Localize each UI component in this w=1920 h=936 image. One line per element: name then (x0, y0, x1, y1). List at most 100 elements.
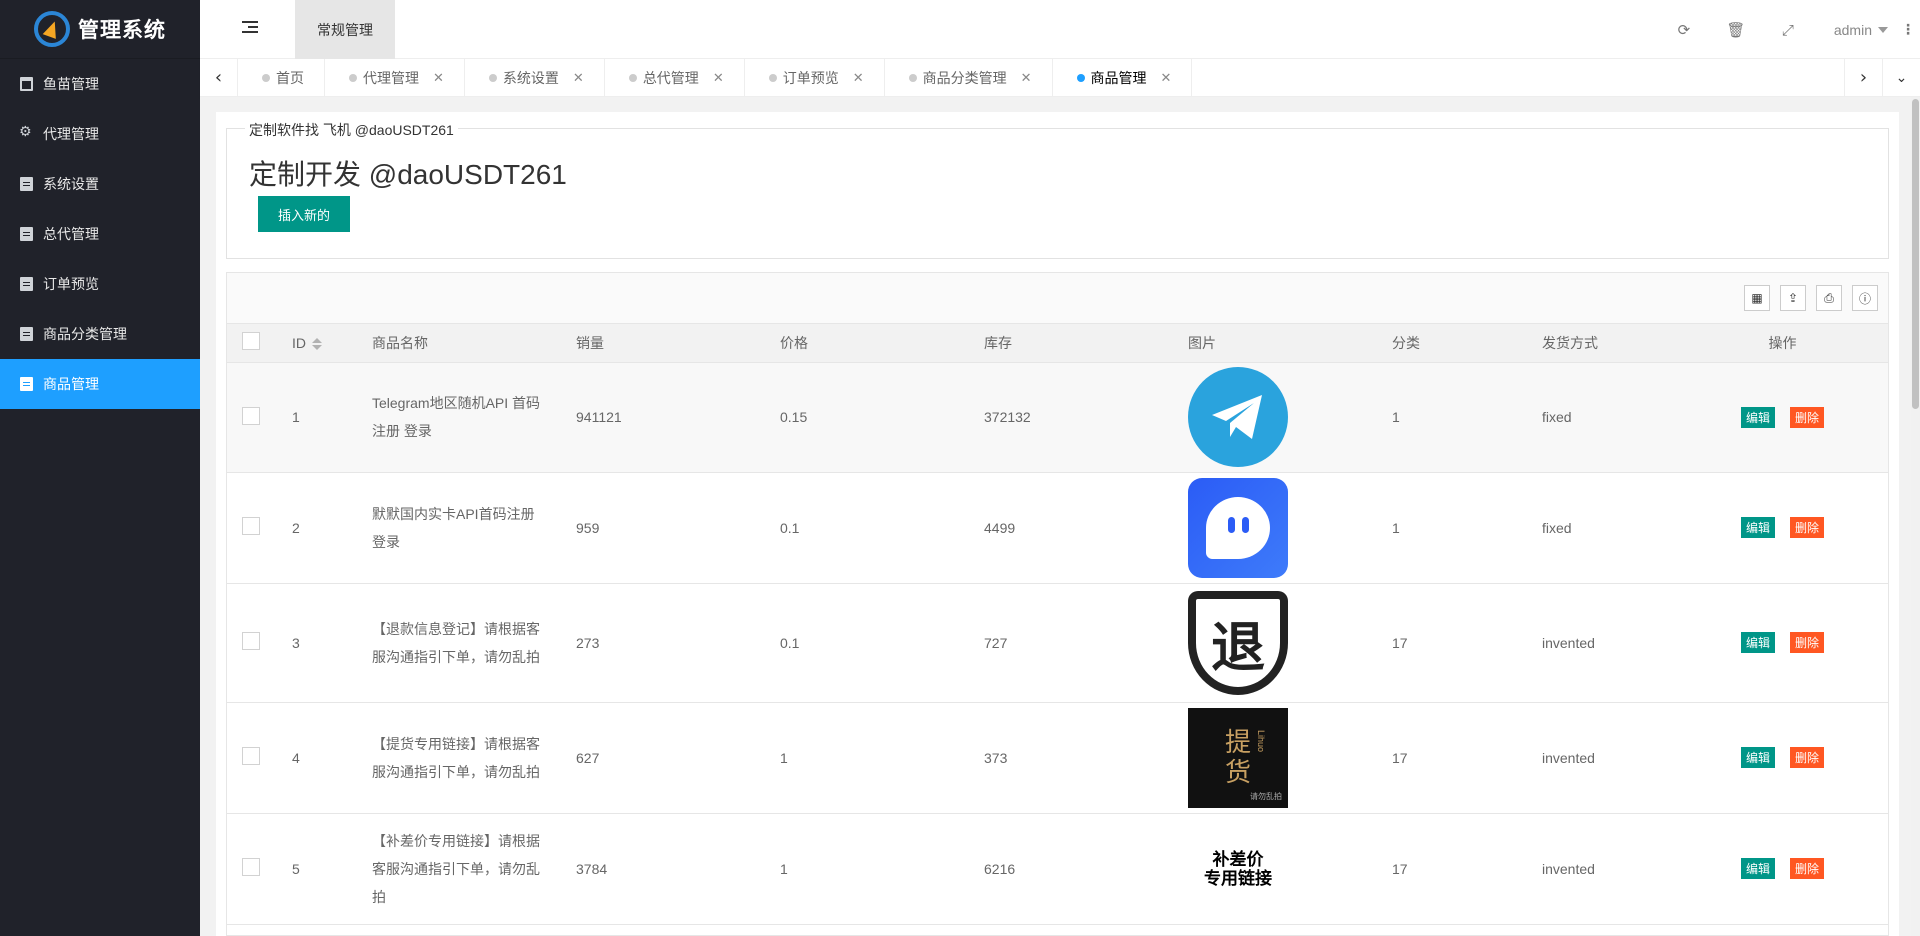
cell-stock: 372132 (969, 362, 1173, 473)
row-checkbox[interactable] (242, 406, 260, 425)
edit-button[interactable]: 编辑 (1740, 747, 1775, 768)
row-checkbox[interactable] (242, 858, 260, 876)
sidebar-item-label: 订单预览 (43, 276, 99, 292)
print-icon[interactable]: ⎙ (1816, 285, 1842, 311)
columns-icon[interactable]: ▦ (1744, 285, 1770, 311)
tab-settings[interactable]: 系统设置 ✕ (465, 59, 605, 96)
price-diff-card-icon[interactable]: 补差价 专用链接 (1188, 818, 1288, 919)
close-icon[interactable]: ✕ (853, 70, 864, 86)
info-fieldset: 定制软件找 飞机 @daoUSDT261 定制开发 @daoUSDT261 插入… (226, 120, 1889, 259)
more-icon[interactable]: ⋮ (1896, 21, 1920, 38)
col-id[interactable]: ID (277, 324, 357, 363)
tab-home[interactable]: 首页 (238, 59, 325, 96)
sidebar-item-label: 商品分类管理 (43, 326, 127, 342)
tab-products[interactable]: 商品管理 ✕ (1053, 59, 1193, 96)
refresh-icon[interactable]: ⟳ (1658, 0, 1710, 59)
close-icon[interactable]: ✕ (433, 70, 444, 86)
cell-price: 0.1 (765, 583, 969, 703)
refund-shield-icon[interactable]: 退 (1188, 588, 1288, 697)
table-row: 1 Telegram地区随机API 首码注册 登录 941121 0.15 37… (227, 362, 1888, 473)
sidebar-item-settings[interactable]: 系统设置 (0, 159, 200, 209)
chevron-down-icon[interactable]: ⌄ (1882, 59, 1920, 96)
header-tab-general[interactable]: 常规管理 (295, 0, 395, 59)
scrollbar-thumb[interactable] (1912, 99, 1919, 409)
logo[interactable]: 管理系统 (0, 0, 200, 59)
row-checkbox[interactable] (242, 632, 260, 650)
delete-button[interactable]: 删除 (1790, 517, 1825, 538)
cell-price: 1 (765, 702, 969, 814)
sidebar-item-orders[interactable]: 订单预览 (0, 259, 200, 309)
edit-button[interactable]: 编辑 (1740, 858, 1775, 879)
col-category: 分类 (1377, 324, 1527, 363)
product-table: ▦ ⇪ ⎙ ⓘ ID 商品名称 销量 价格 库存 图片 分类 发货方式 操作 1… (226, 272, 1889, 936)
close-icon[interactable]: ✕ (713, 70, 724, 86)
chat-app-logo-icon[interactable] (1188, 477, 1288, 578)
document-icon (20, 277, 33, 291)
document-icon (20, 177, 33, 191)
user-menu[interactable]: admin (1814, 22, 1896, 38)
cell-id: 3 (277, 583, 357, 703)
tab-agents[interactable]: 代理管理 ✕ (325, 59, 465, 96)
col-sales: 销量 (561, 324, 765, 363)
cell-image (1173, 362, 1377, 473)
cell-category: 17 (1377, 702, 1527, 814)
cell-delivery: fixed (1527, 472, 1677, 584)
select-all-cell (227, 324, 277, 363)
tab-dot (628, 73, 637, 82)
tab-orders[interactable]: 订单预览 ✕ (745, 59, 885, 96)
sidebar-item-label: 代理管理 (43, 126, 99, 142)
tab-list: 首页 代理管理 ✕ 系统设置 ✕ 总代管理 ✕ 订单预览 ✕ 商品分类管理 ✕ (238, 59, 1193, 96)
tab-general-agents[interactable]: 总代管理 ✕ (605, 59, 745, 96)
fieldset-legend: 定制软件找 飞机 @daoUSDT261 (245, 120, 458, 140)
export-icon[interactable]: ⇪ (1780, 285, 1806, 311)
telegram-logo-icon[interactable] (1188, 367, 1288, 467)
close-icon[interactable]: ✕ (1161, 70, 1172, 86)
tab-label: 订单预览 (782, 69, 839, 86)
sidebar-item-products[interactable]: 商品管理 (0, 359, 200, 409)
page-tabs: ‹ 首页 代理管理 ✕ 系统设置 ✕ 总代管理 ✕ 订单预览 ✕ 商品分类管理 (200, 59, 1920, 97)
cell-image (1173, 472, 1377, 584)
tab-categories[interactable]: 商品分类管理 ✕ (885, 59, 1053, 96)
cell-sales: 959 (561, 472, 765, 584)
gears-icon (19, 124, 33, 141)
edit-button[interactable]: 编辑 (1740, 632, 1775, 653)
cell-stock: 373 (969, 702, 1173, 814)
document-icon (20, 227, 33, 241)
tab-dot (349, 73, 357, 82)
chevron-left-icon[interactable]: ‹ (200, 59, 238, 96)
close-icon[interactable]: ✕ (573, 70, 584, 86)
chevron-right-icon[interactable]: › (1844, 59, 1882, 96)
col-price: 价格 (765, 324, 969, 363)
info-icon[interactable]: ⓘ (1852, 285, 1878, 311)
select-all-checkbox[interactable] (242, 332, 260, 351)
row-checkbox[interactable] (242, 747, 260, 765)
delete-button[interactable]: 删除 (1790, 406, 1825, 428)
cell-category: 17 (1377, 583, 1527, 703)
trash-icon[interactable]: 🗑 (1710, 0, 1762, 59)
sidebar-item-general-agents[interactable]: 总代管理 (0, 209, 200, 259)
pickup-card-icon[interactable]: 提货 Lihuo 请勿乱拍 (1188, 707, 1288, 808)
document-icon (20, 327, 33, 341)
sidebar-item-categories[interactable]: 商品分类管理 (0, 309, 200, 359)
delete-button[interactable]: 删除 (1790, 858, 1825, 879)
sort-icon[interactable] (312, 338, 322, 351)
row-checkbox[interactable] (242, 517, 260, 535)
insert-new-button[interactable]: 插入新的 (258, 196, 350, 232)
sidebar-item-agents[interactable]: 代理管理 (0, 109, 200, 159)
tab-label: 首页 (276, 69, 304, 86)
main-content: 定制软件找 飞机 @daoUSDT261 定制开发 @daoUSDT261 插入… (200, 97, 1920, 936)
edit-button[interactable]: 编辑 (1740, 406, 1775, 428)
fullscreen-icon[interactable]: ⤢ (1762, 0, 1814, 59)
edit-button[interactable]: 编辑 (1740, 517, 1775, 538)
sidebar-item-fry[interactable]: 鱼苗管理 (0, 59, 200, 109)
sidebar-item-label: 总代管理 (43, 226, 99, 242)
table-row: 3 【退款信息登记】请根据客服沟通指引下单，请勿乱拍 273 0.1 727 退… (227, 583, 1888, 703)
menu-toggle-icon[interactable] (242, 21, 258, 37)
delete-button[interactable]: 删除 (1790, 632, 1825, 653)
tab-dot (488, 73, 497, 82)
header-actions: ⟳ 🗑 ⤢ admin ⋮ (1658, 0, 1920, 59)
close-icon[interactable]: ✕ (1021, 70, 1032, 86)
delete-button[interactable]: 删除 (1790, 747, 1825, 768)
cell-name: 【退款信息登记】请根据客服沟通指引下单，请勿乱拍 (357, 583, 561, 703)
username: admin (1833, 21, 1872, 38)
